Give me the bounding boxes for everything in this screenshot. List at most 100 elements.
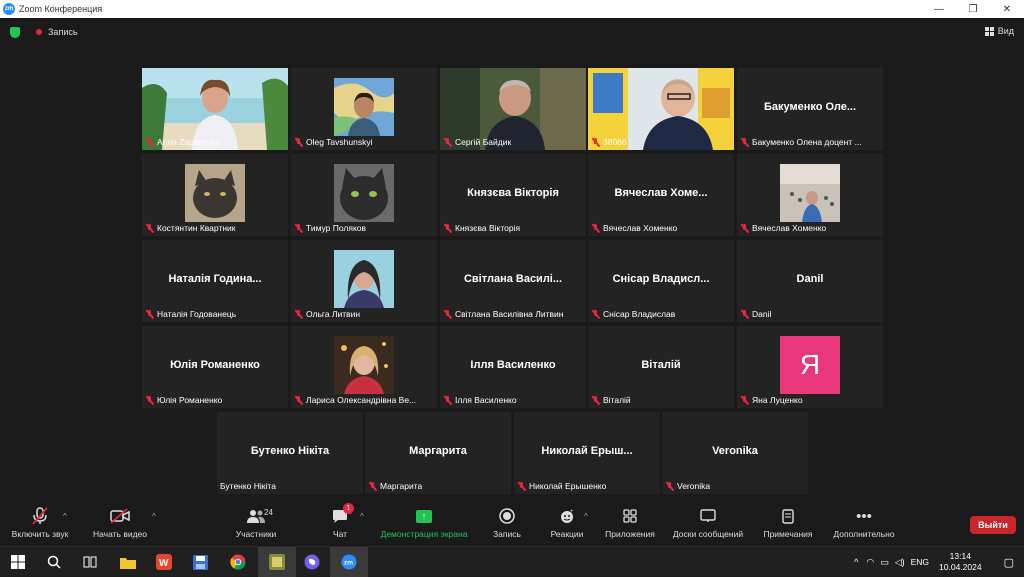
mic-muted-icon <box>368 481 377 491</box>
whiteboard-icon <box>668 506 748 526</box>
mic-muted-icon <box>591 309 600 319</box>
svg-text:W: W <box>159 558 169 569</box>
more-dots-icon: ••• <box>856 507 872 525</box>
apps-button[interactable]: Приложения <box>590 506 670 539</box>
chrome-browser-icon[interactable] <box>228 552 248 572</box>
participant-tile[interactable]: Юлія Романенко Юлія Романенко <box>142 326 288 408</box>
encryption-shield-icon[interactable] <box>10 27 20 38</box>
recording-indicator[interactable]: Запись <box>48 27 78 37</box>
recording-dot-icon <box>36 29 42 35</box>
file-explorer-icon[interactable] <box>118 552 138 572</box>
participant-tile[interactable]: Сергій Байдик <box>440 68 586 150</box>
meeting-controls-bar: Включить звук ^ Начать видео ^ 24 Участн… <box>0 498 1024 546</box>
participant-tile[interactable]: Бакуменко Оле... Бакуменко Олена доцент … <box>737 68 883 150</box>
participant-tile[interactable]: Світлана Василі... Світлана Василівна Ли… <box>440 240 586 322</box>
search-icon[interactable] <box>44 552 64 572</box>
mic-muted-icon <box>443 223 452 233</box>
task-view-icon[interactable] <box>80 552 100 572</box>
view-button[interactable]: Вид <box>984 26 1014 36</box>
mic-muted-icon <box>665 481 674 491</box>
participant-tile[interactable]: Лариса Олександрівна Ве... <box>291 326 437 408</box>
mic-muted-icon <box>443 309 452 319</box>
participant-name-label: Ілля Василенко <box>443 394 517 406</box>
chat-options-caret-icon[interactable]: ^ <box>360 512 364 521</box>
participant-tile[interactable]: Князєва Вікторія Князєва Вікторія <box>440 154 586 236</box>
chat-button[interactable]: 1 Чат <box>300 503 380 539</box>
participant-tile[interactable]: Вячеслав Хоменко <box>737 154 883 236</box>
tray-chevron-up-icon[interactable]: ^ <box>854 557 858 567</box>
participant-tile[interactable]: Ілля Василенко Ілля Василенко <box>440 326 586 408</box>
participant-tile[interactable]: Oleg Tavshunskyi <box>291 68 437 150</box>
close-button[interactable]: ✕ <box>990 0 1024 18</box>
participant-tile[interactable]: Костянтин Квартник <box>142 154 288 236</box>
chat-icon: 1 <box>300 503 380 526</box>
unmute-button[interactable]: Включить звук <box>0 506 80 539</box>
mic-muted-icon <box>740 137 749 147</box>
participant-name-label: Ольга Литвин <box>294 308 360 320</box>
participant-name-label: Яна Луценко <box>740 394 803 406</box>
participant-name-label: Николай Ерышенко <box>517 480 606 492</box>
participant-name-label: Костянтин Квартник <box>145 222 236 234</box>
participants-button[interactable]: 24 Участники <box>216 506 296 539</box>
more-button[interactable]: ••• Дополнительно <box>824 506 904 540</box>
battery-icon[interactable]: ▭ <box>880 557 889 568</box>
zoom-taskbar-icon[interactable]: zm <box>339 552 359 572</box>
participant-tile[interactable]: Наталія Година... Наталія Годованець <box>142 240 288 322</box>
title-bar: zm Zoom Конференция — ❐ ✕ <box>0 0 1024 18</box>
grid-view-icon <box>984 26 994 36</box>
mic-muted-icon <box>740 223 749 233</box>
participant-tile[interactable]: Тимур Поляков <box>291 154 437 236</box>
clock[interactable]: 13:14 10.04.2024 <box>939 551 982 573</box>
participant-tile[interactable]: 38066 <box>588 68 734 150</box>
leave-meeting-button[interactable]: Выйти <box>970 516 1016 534</box>
volume-icon[interactable]: ◁) <box>895 557 905 568</box>
save-disk-icon[interactable] <box>190 552 210 572</box>
letter-avatar: Я <box>780 336 840 394</box>
share-screen-button[interactable]: ↑ Демонстрация экрана <box>374 506 474 539</box>
participant-display-name: Князєва Вікторія <box>467 187 559 199</box>
participant-tile[interactable]: Veronika Veronika <box>662 412 808 494</box>
view-label: Вид <box>997 26 1014 36</box>
participant-photo <box>334 78 394 136</box>
participant-tile[interactable]: Николай Ерыш... Николай Ерышенко <box>514 412 660 494</box>
participant-name-label: Veronika <box>665 480 710 492</box>
whiteboards-button[interactable]: Доски сообщений <box>668 506 748 539</box>
participant-tile[interactable]: Віталій Віталій <box>588 326 734 408</box>
mic-muted-icon <box>145 137 154 147</box>
zoom-app-icon: zm <box>3 3 15 15</box>
participant-tile[interactable]: Снісар Владисл... Снісар Владислав <box>588 240 734 322</box>
notes-button[interactable]: Примечания <box>748 506 828 539</box>
start-video-button[interactable]: Начать видео <box>80 506 160 539</box>
restore-button[interactable]: ❐ <box>956 0 990 18</box>
participant-name-label: Бутенко Нікіта <box>220 481 276 491</box>
audio-options-caret-icon[interactable]: ^ <box>63 512 67 521</box>
participant-tile[interactable]: Danil Danil <box>737 240 883 322</box>
mic-muted-icon <box>517 481 526 491</box>
participant-tile[interactable]: Бутенко Нікіта Бутенко Нікіта <box>217 412 363 494</box>
mic-muted-icon <box>145 309 154 319</box>
participant-display-name: Бутенко Нікіта <box>250 445 330 457</box>
participant-display-name: Николай Ерыш... <box>541 445 633 457</box>
notifications-icon[interactable]: ▢ <box>1004 556 1014 569</box>
media-app-icon[interactable] <box>267 552 287 572</box>
share-screen-icon: ↑ <box>416 509 432 523</box>
participant-tile[interactable]: Я Яна Луценко <box>737 326 883 408</box>
participant-tile[interactable]: Маргарита Маргарита <box>365 412 511 494</box>
participant-tile[interactable]: Вячеслав Хоме... Вячеслав Хоменко <box>588 154 734 236</box>
office-app-icon[interactable]: W <box>154 552 174 572</box>
meeting-top-bar: Запись Вид <box>0 18 1024 46</box>
minimize-button[interactable]: — <box>922 0 956 18</box>
video-options-caret-icon[interactable]: ^ <box>152 512 156 521</box>
mic-muted-icon <box>294 309 303 319</box>
mic-muted-icon <box>443 137 452 147</box>
reactions-caret-icon[interactable]: ^ <box>584 512 588 521</box>
participant-name-label: Anna Zaparenko <box>145 136 220 148</box>
language-indicator[interactable]: ENG <box>911 557 929 567</box>
participant-name-label: Вячеслав Хоменко <box>740 222 826 234</box>
participant-tile[interactable]: Anna Zaparenko <box>142 68 288 150</box>
wifi-icon[interactable]: ◠ <box>866 557 874 568</box>
participant-tile[interactable]: Ольга Литвин <box>291 240 437 322</box>
viber-app-icon[interactable] <box>302 552 322 572</box>
chat-unread-badge: 1 <box>343 503 354 514</box>
windows-start-icon[interactable] <box>8 552 28 572</box>
